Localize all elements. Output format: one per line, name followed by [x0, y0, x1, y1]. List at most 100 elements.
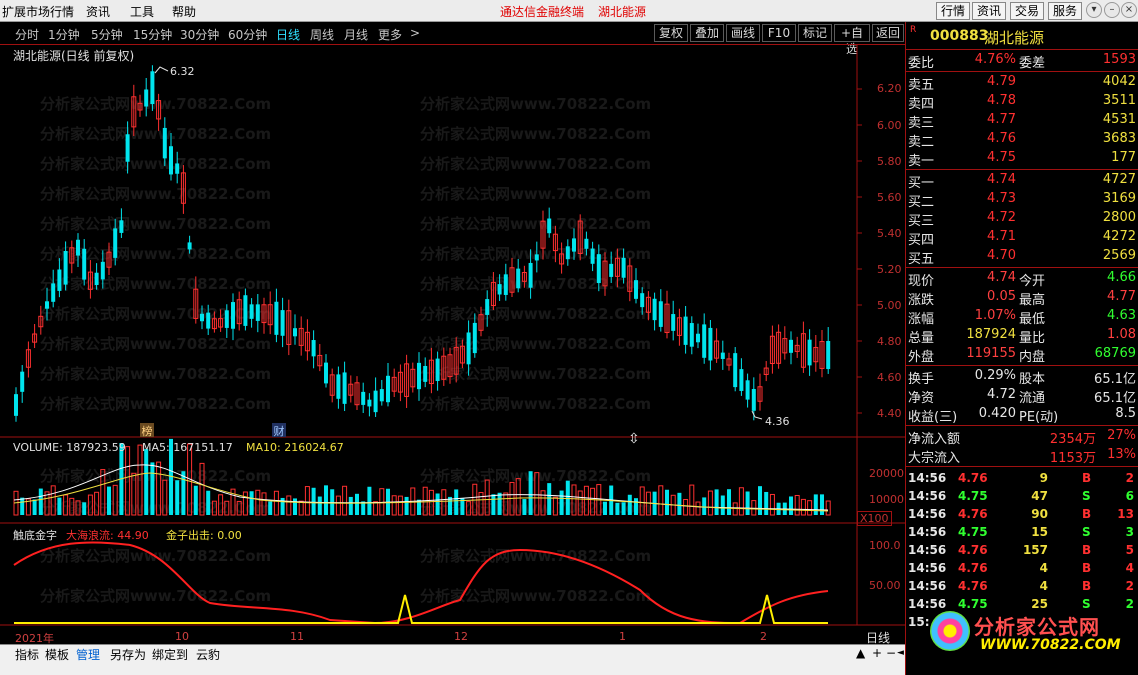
volume-bar	[131, 472, 137, 516]
date-label: 2	[760, 630, 767, 643]
flow-row: 大宗流入 1153万 13%	[908, 447, 1136, 466]
top-news-button[interactable]: 资讯	[972, 2, 1006, 20]
tick-t: 14:56	[908, 507, 947, 521]
finance-badge[interactable]: 财	[272, 423, 286, 438]
volume-bar	[435, 493, 440, 515]
tab-5min[interactable]: 5分钟	[91, 26, 123, 43]
tick-p: 4.75	[958, 525, 988, 539]
volume-bar	[298, 500, 304, 516]
candle-down	[76, 239, 80, 256]
candle-down	[621, 257, 626, 278]
quote-row: 涨跌 0.05 最高 4.77	[908, 289, 1136, 308]
candle-down	[547, 218, 552, 234]
candle-down	[423, 365, 428, 382]
volume-label: VOLUME: 187923.59	[13, 441, 126, 454]
high-price-label: 6.32	[170, 65, 195, 78]
ask-row[interactable]: 卖四 4.78 3511	[906, 92, 1136, 112]
volume-bar	[397, 495, 403, 516]
menu-market[interactable]: 扩展市场行情	[2, 3, 74, 20]
adjust-button[interactable]: 复权	[654, 24, 688, 42]
f10-button[interactable]: F10	[762, 24, 796, 42]
volume-ma5: MA5: 167151.17	[142, 441, 233, 454]
back-button[interactable]: 返回	[872, 24, 904, 42]
rank-badge[interactable]: 榜	[140, 423, 154, 438]
candle-down	[652, 298, 657, 321]
candle-down	[14, 394, 18, 416]
tick-n: 4	[1125, 561, 1134, 575]
price-tick: 5.80	[877, 155, 902, 168]
tick-row: 14:56 4.76 4 B 4	[906, 560, 1138, 578]
tab-minute[interactable]: 分时	[15, 26, 39, 43]
candle-down	[361, 391, 366, 405]
zoom-in-icon[interactable]: +	[872, 646, 882, 660]
bid-row[interactable]: 买五 4.70 2569	[906, 247, 1136, 267]
window-menu-icon[interactable]: ▾	[1086, 2, 1102, 18]
scroll-left-icon[interactable]: ◄	[897, 648, 904, 658]
fund-row: 收益(三) 0.420 PE(动) 8.5	[908, 406, 1136, 425]
cloud-button[interactable]: 云豹	[196, 646, 220, 663]
tab-monthly[interactable]: 月线	[344, 26, 368, 43]
bid-row[interactable]: 买一 4.74 4727	[906, 171, 1136, 191]
tab-30min[interactable]: 30分钟	[180, 26, 219, 43]
tick-p: 4.75	[958, 489, 988, 503]
tab-15min[interactable]: 15分钟	[133, 26, 172, 43]
tick-t: 14:56	[908, 489, 947, 503]
zoom-out-icon[interactable]: −	[886, 646, 896, 660]
candle-down	[150, 71, 155, 105]
candle-down	[206, 312, 211, 329]
candle-down	[689, 323, 694, 347]
draw-line-button[interactable]: 画线	[726, 24, 760, 42]
menu-news[interactable]: 资讯	[86, 3, 110, 20]
volume-bar	[547, 483, 552, 515]
save-as-button[interactable]: 另存为	[110, 646, 146, 663]
ask-row[interactable]: 卖一 4.75 177	[906, 149, 1136, 169]
tick-v: 90	[1031, 507, 1048, 521]
tab-1min[interactable]: 1分钟	[48, 26, 80, 43]
tick-d: B	[1082, 579, 1092, 593]
candle-down	[702, 324, 707, 358]
top-quote-button[interactable]: 行情	[936, 2, 970, 20]
manage-button[interactable]: 管理	[76, 646, 100, 663]
add-favorite-button[interactable]: +自选	[834, 24, 870, 56]
tab-more[interactable]: 更多	[378, 26, 402, 43]
candle-down	[745, 380, 750, 400]
menu-help[interactable]: 帮助	[172, 3, 196, 20]
mark-button[interactable]: 标记	[798, 24, 832, 42]
more-arrow-icon[interactable]: >	[410, 26, 420, 40]
tab-daily[interactable]: 日线	[276, 26, 300, 43]
tab-weekly[interactable]: 周线	[310, 26, 334, 43]
candle-down	[119, 220, 124, 233]
volume-bar	[224, 500, 230, 516]
volume-bar	[335, 495, 341, 516]
tab-60min[interactable]: 60分钟	[228, 26, 267, 43]
chart-area[interactable]: 分析家公式网www.70822.Com 分析家公式网www.70822.Com …	[0, 44, 905, 645]
volume-bar	[825, 500, 831, 516]
top-trade-button[interactable]: 交易	[1010, 2, 1044, 20]
overlay-button[interactable]: 叠加	[690, 24, 724, 42]
close-icon[interactable]: ×	[1121, 2, 1137, 18]
minimize-icon[interactable]: –	[1104, 2, 1120, 18]
tick-row: 14:56 4.76 9 B 2	[906, 470, 1138, 488]
bid-row[interactable]: 买三 4.72 2800	[906, 209, 1136, 229]
kline-chart-svg[interactable]	[0, 45, 905, 645]
template-button[interactable]: 模板	[45, 646, 69, 663]
bid-row[interactable]: 买四 4.71 4272	[906, 228, 1136, 248]
volume-bar	[87, 494, 93, 516]
menu-tools[interactable]: 工具	[130, 3, 154, 20]
tick-p: 4.76	[958, 507, 988, 521]
volume-bar	[565, 480, 570, 515]
bind-to-button[interactable]: 绑定到	[152, 646, 188, 663]
scroll-up-icon[interactable]: ▲	[856, 646, 865, 660]
bid-row[interactable]: 买二 4.73 3169	[906, 190, 1136, 210]
ask-row[interactable]: 卖三 4.77 4531	[906, 111, 1136, 131]
volume-bar	[665, 489, 669, 515]
volume-bar	[330, 489, 335, 515]
top-service-button[interactable]: 服务	[1048, 2, 1082, 20]
tick-d: B	[1082, 543, 1092, 557]
volume-bar	[57, 497, 62, 515]
tick-row: 14:56 4.75 47 S 6	[906, 488, 1138, 506]
ask-row[interactable]: 卖二 4.76 3683	[906, 130, 1136, 150]
ask-row[interactable]: 卖五 4.79 4042	[906, 73, 1136, 93]
low-price-label: 4.36	[765, 415, 790, 428]
indicator-button[interactable]: 指标	[15, 646, 39, 663]
